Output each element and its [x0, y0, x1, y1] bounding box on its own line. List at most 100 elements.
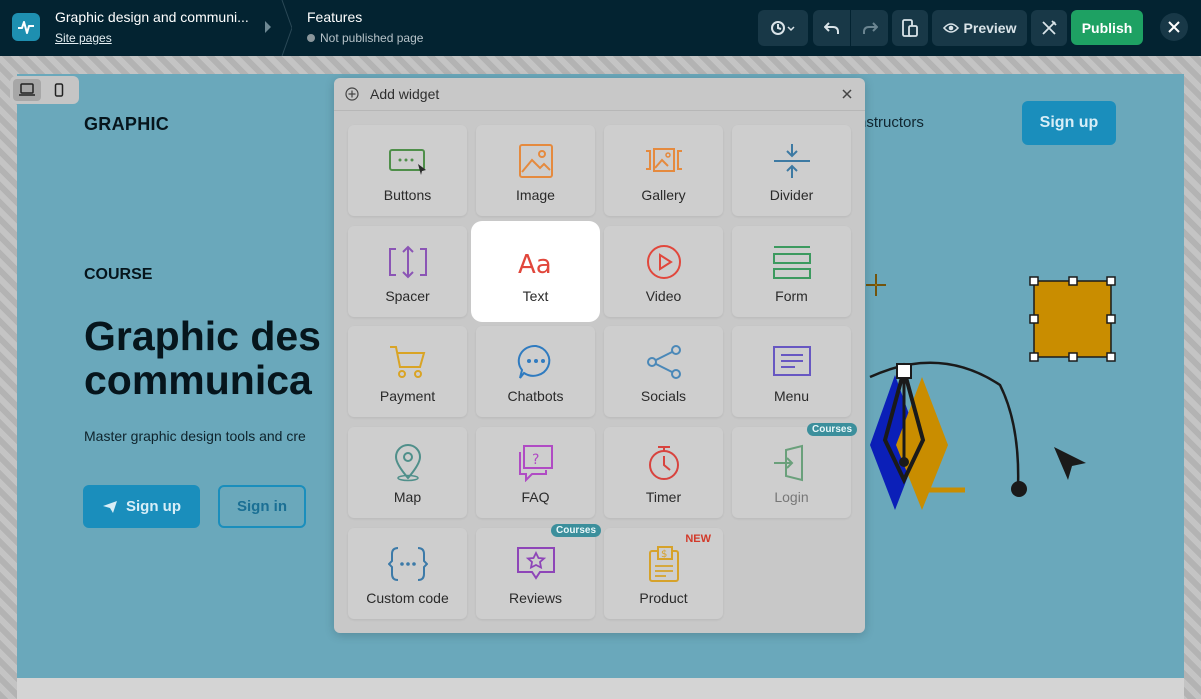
gallery-icon	[646, 148, 682, 172]
panel-title: Add widget	[370, 86, 440, 102]
chatbot-icon	[517, 344, 551, 379]
widget-tile-gallery[interactable]: Gallery	[604, 125, 723, 216]
widget-label: Gallery	[641, 187, 686, 203]
add-circle-icon	[345, 87, 359, 101]
send-icon	[103, 500, 117, 513]
widget-tile-payment[interactable]: Payment	[348, 326, 467, 417]
mobile-view-button[interactable]	[45, 79, 73, 101]
widget-label: Custom code	[366, 590, 449, 606]
hero-signin-button[interactable]: Sign in	[218, 485, 306, 528]
share-icon	[647, 345, 681, 379]
hero-eyebrow: COURSE	[84, 266, 153, 283]
widget-tile-menu[interactable]: Menu	[732, 326, 851, 417]
svg-text:Aa: Aa	[518, 250, 552, 280]
map-pin-icon	[394, 444, 422, 482]
menu-icon	[773, 346, 811, 376]
eye-icon	[942, 23, 959, 33]
breadcrumb-separator	[262, 0, 293, 57]
widget-tile-chatbots[interactable]: Chatbots	[476, 326, 595, 417]
publish-button[interactable]: Publish	[1071, 10, 1143, 45]
widget-tile-spacer[interactable]: Spacer	[348, 226, 467, 317]
widget-tile-map[interactable]: Map	[348, 427, 467, 518]
site-logo[interactable]: GRAPHIC	[84, 114, 169, 135]
page-status-text: Not published page	[320, 31, 424, 45]
widget-tile-reviews[interactable]: Reviews Courses	[476, 524, 601, 619]
widget-label: Buttons	[383, 187, 432, 203]
widget-label: Spacer	[385, 288, 430, 304]
hero-description: Master graphic design tools and cre	[84, 428, 306, 444]
redo-icon	[862, 22, 878, 34]
panel-close-button[interactable]	[842, 86, 852, 102]
image-icon	[519, 144, 553, 178]
login-icon	[774, 444, 803, 482]
preview-label: Preview	[963, 20, 1017, 36]
widget-label: Form	[775, 288, 808, 304]
product-icon: $	[649, 546, 679, 582]
divider-icon	[774, 144, 810, 178]
widget-label: Divider	[769, 187, 814, 203]
site-header-signup-button[interactable]: Sign up	[1022, 101, 1116, 145]
undo-button[interactable]	[813, 10, 850, 46]
widget-tile-image[interactable]: Image	[476, 125, 595, 216]
form-icon	[773, 246, 811, 279]
widget-tile-faq[interactable]: ? FAQ	[476, 427, 595, 518]
close-icon	[1168, 21, 1180, 33]
cart-icon	[390, 346, 426, 378]
mobile-devices-icon	[902, 19, 918, 37]
widget-label: Socials	[640, 388, 687, 404]
history-icon	[771, 21, 795, 35]
faq-icon: ?	[519, 445, 553, 482]
site-title: Graphic design and communi...	[55, 9, 249, 25]
widget-tile-form[interactable]: Form	[732, 226, 851, 317]
spacer-icon	[389, 245, 427, 279]
widget-label: Timer	[645, 489, 682, 505]
close-icon	[842, 89, 852, 99]
widget-label: Reviews	[509, 590, 562, 606]
svg-text:?: ?	[532, 452, 539, 468]
widget-label: Payment	[379, 388, 436, 404]
site-pages-link[interactable]: Site pages	[55, 31, 112, 45]
design-tools-icon	[1042, 20, 1057, 35]
buttons-icon	[389, 149, 426, 175]
widget-tile-socials[interactable]: Socials	[604, 326, 723, 417]
widget-tile-video[interactable]: Video	[604, 226, 723, 317]
widget-label: Login	[774, 489, 809, 505]
widget-label: Map	[393, 489, 422, 505]
mobile-icon	[54, 83, 64, 97]
design-settings-button[interactable]	[1031, 10, 1067, 46]
close-editor-button[interactable]	[1160, 13, 1188, 41]
widget-label: FAQ	[521, 489, 550, 505]
widget-tile-login[interactable]: Login Courses	[732, 423, 857, 518]
widget-label: Text	[522, 288, 549, 304]
widget-tile-custom-code[interactable]: Custom code	[348, 528, 467, 619]
app-logo-icon[interactable]	[12, 13, 40, 41]
hero-signup-button[interactable]: Sign up	[83, 485, 200, 528]
preview-button[interactable]: Preview	[932, 10, 1027, 46]
widget-tile-divider[interactable]: Divider	[732, 125, 851, 216]
site-nav-item[interactable]: nstructors	[858, 114, 924, 131]
widget-tile-text[interactable]: Aa Text	[476, 226, 595, 317]
widget-tile-product[interactable]: $ Product NEW	[604, 528, 723, 619]
code-icon	[388, 547, 428, 581]
hero-illustration	[866, 274, 1116, 510]
courses-badge: Courses	[550, 524, 601, 537]
widget-label: Menu	[773, 388, 810, 404]
timer-icon	[649, 446, 679, 480]
widget-tile-buttons[interactable]: Buttons	[348, 125, 467, 216]
history-button[interactable]	[758, 10, 808, 46]
panel-header: Add widget	[334, 78, 865, 111]
redo-button[interactable]	[851, 10, 888, 46]
svg-text:$: $	[661, 549, 667, 560]
reviews-icon	[517, 547, 555, 580]
editor-toolbar: Graphic design and communi... Site pages…	[0, 0, 1201, 57]
hero-signup-label: Sign up	[126, 498, 181, 515]
desktop-view-button[interactable]	[13, 79, 41, 101]
new-badge: NEW	[685, 533, 711, 545]
video-icon	[647, 245, 681, 279]
mobile-edit-button[interactable]	[892, 10, 928, 46]
status-dot	[307, 34, 315, 42]
page-status: Not published page	[307, 31, 423, 45]
desktop-icon	[19, 83, 35, 96]
widget-tile-timer[interactable]: Timer	[604, 427, 723, 518]
page-name[interactable]: Features	[307, 9, 362, 25]
